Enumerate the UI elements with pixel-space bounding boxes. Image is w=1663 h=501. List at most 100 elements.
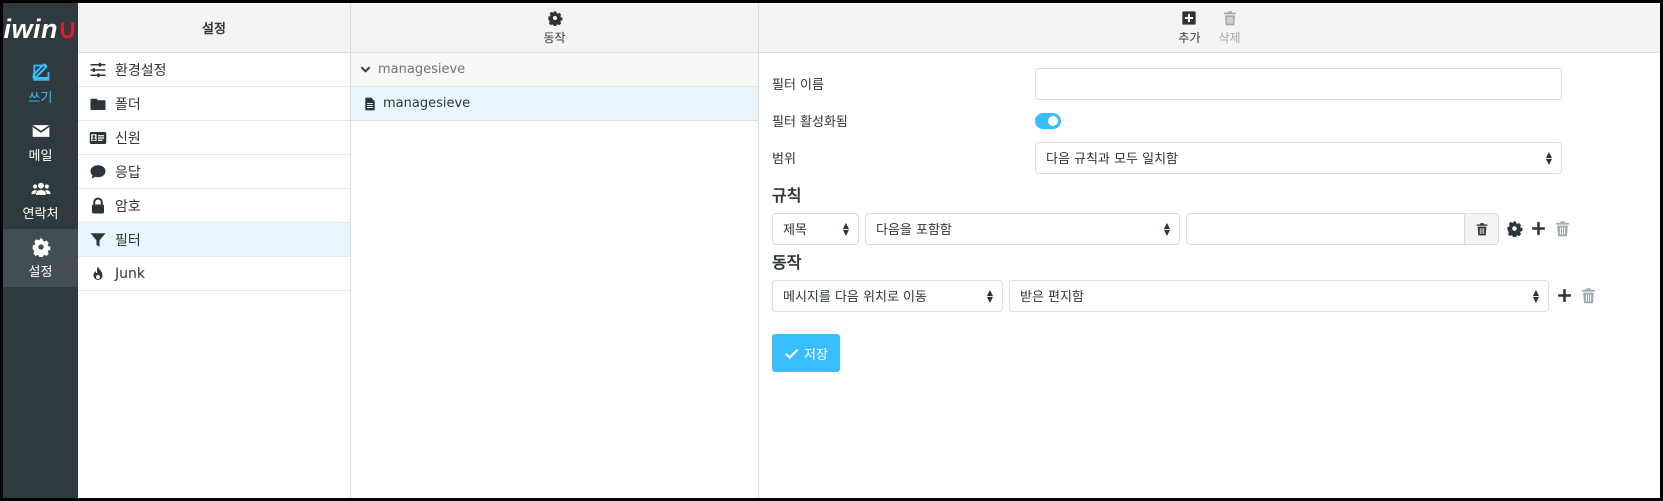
actions-menu-label: 동작	[543, 31, 566, 45]
filter-enabled-label: 필터 활성화됨	[772, 115, 848, 130]
sliders-icon	[90, 62, 106, 77]
filter-form: 필터 이름 필터 활성화됨 범위 다음 규칙과 모두 일치함 ▲ ▼ 규칙 제목 …	[759, 53, 1660, 372]
rail-item-contacts[interactable]: 연락처	[3, 171, 78, 229]
settings-item-responses[interactable]: 응답	[78, 155, 350, 189]
filter-set-group-label: managesieve	[378, 62, 466, 77]
rule-advanced-button[interactable]	[1505, 220, 1523, 238]
filter-sets-panel: 동작 managesieve managesieve	[351, 3, 759, 498]
chevron-down-icon	[360, 66, 371, 73]
add-rule-button[interactable]	[1529, 220, 1547, 238]
filter-scope-value: 다음 규칙과 모두 일치함	[1046, 152, 1178, 167]
delete-rule-button[interactable]	[1553, 220, 1571, 238]
filter-name-label: 필터 이름	[772, 78, 824, 93]
trash-icon	[1581, 288, 1595, 304]
rail-item-mail[interactable]: 메일	[3, 113, 78, 171]
settings-sections: 설정 환경설정 폴더 신원 응답 암호 필터 Junk	[78, 3, 351, 498]
mail-icon	[31, 124, 50, 137]
gear-icon	[1506, 220, 1522, 237]
add-action-button[interactable]	[1555, 287, 1573, 305]
rule-row: 제목 ▲ ▼ 다음을 포함함 ▲ ▼	[772, 212, 1651, 245]
file-icon	[365, 97, 375, 110]
rail-item-label: 메일	[28, 148, 53, 164]
editor-toolbar: 추가 삭제	[759, 3, 1660, 53]
action-type-select[interactable]: 메시지를 다음 위치로 이동 ▲ ▼	[772, 279, 1003, 312]
filter-sets-toolbar: 동작	[351, 3, 758, 53]
settings-item-label: 환경설정	[115, 62, 167, 79]
actions-menu-button[interactable]: 동작	[543, 10, 566, 45]
filter-scope-select[interactable]: 다음 규칙과 모두 일치함 ▲ ▼	[1035, 141, 1562, 174]
rule-value-clear-button[interactable]	[1465, 212, 1499, 245]
settings-item-label: 신원	[115, 130, 141, 147]
filter-scope-label: 범위	[772, 152, 796, 167]
plus-square-icon	[1182, 11, 1197, 25]
action-type-value: 메시지를 다음 위치로 이동	[783, 290, 927, 305]
filter-enabled-row: 필터 활성화됨	[772, 102, 1651, 139]
rule-value-input[interactable]	[1186, 212, 1465, 245]
add-filter-label: 추가	[1178, 31, 1201, 45]
rail-item-label: 설정	[28, 264, 53, 280]
gear-icon	[547, 10, 562, 26]
settings-item-junk[interactable]: Junk	[78, 257, 350, 291]
save-button[interactable]: 저장	[772, 334, 840, 372]
id-card-icon	[89, 131, 107, 144]
rule-header-select[interactable]: 제목 ▲ ▼	[772, 212, 859, 245]
contacts-icon	[30, 182, 51, 195]
action-target-value: 받은 편지함	[1020, 290, 1084, 305]
filter-scope-row: 범위 다음 규칙과 모두 일치함 ▲ ▼	[772, 139, 1651, 176]
folder-icon	[90, 98, 106, 110]
settings-item-label: 암호	[115, 198, 141, 215]
filter-name-input[interactable]	[1035, 67, 1562, 100]
compose-icon	[31, 62, 49, 81]
trash-icon	[1555, 221, 1569, 237]
rule-operator-select[interactable]: 다음을 포함함 ▲ ▼	[865, 212, 1180, 245]
select-caret-icon: ▲ ▼	[1163, 220, 1170, 237]
rules-title: 규칙	[772, 186, 802, 205]
save-button-label: 저장	[804, 347, 828, 363]
delete-filter-button[interactable]: 삭제	[1219, 10, 1241, 45]
filter-icon	[90, 232, 106, 247]
settings-item-folders[interactable]: 폴더	[78, 87, 350, 121]
logo-mark: ∪	[57, 13, 78, 44]
trash-icon	[1476, 222, 1487, 235]
rail-item-label: 연락처	[22, 206, 59, 222]
trash-icon	[1223, 11, 1236, 26]
settings-item-filters[interactable]: 필터	[78, 223, 350, 257]
settings-item-preferences[interactable]: 환경설정	[78, 53, 350, 87]
filter-list-item-label: managesieve	[383, 96, 471, 111]
filter-editor: 추가 삭제 필터 이름 필터 활성화됨 범위 다음 규칙과 모두 일치함 ▲▼	[759, 3, 1660, 498]
settings-item-label: 폴더	[115, 96, 141, 113]
select-caret-icon: ▲ ▼	[1532, 287, 1539, 304]
rule-operator-value: 다음을 포함함	[876, 223, 952, 238]
lock-icon	[92, 197, 104, 213]
comment-icon	[90, 164, 106, 179]
filter-name-row: 필터 이름	[772, 65, 1651, 102]
select-caret-icon: ▲ ▼	[986, 287, 993, 304]
settings-item-label: 필터	[115, 232, 141, 249]
filter-list-item[interactable]: managesieve	[351, 87, 758, 121]
actions-title: 동작	[772, 253, 802, 272]
rail-item-compose[interactable]: 쓰기	[3, 55, 78, 113]
plus-icon	[1531, 222, 1545, 235]
action-row: 메시지를 다음 위치로 이동 ▲ ▼ 받은 편지함 ▲ ▼	[772, 279, 1651, 312]
rail-item-label: 쓰기	[28, 90, 53, 106]
settings-item-identities[interactable]: 신원	[78, 121, 350, 155]
check-icon	[785, 348, 799, 359]
plus-icon	[1557, 289, 1571, 302]
filter-set-group[interactable]: managesieve	[351, 53, 758, 87]
select-caret-icon: ▲ ▼	[1545, 149, 1552, 166]
delete-action-button[interactable]	[1579, 287, 1597, 305]
settings-item-label: 응답	[115, 164, 141, 181]
select-caret-icon: ▲ ▼	[842, 220, 849, 237]
action-target-select[interactable]: 받은 편지함 ▲ ▼	[1009, 279, 1549, 312]
delete-filter-label: 삭제	[1218, 31, 1241, 45]
fire-icon	[93, 266, 103, 280]
settings-item-label: Junk	[115, 265, 145, 282]
filter-enabled-toggle[interactable]	[1035, 112, 1061, 129]
logo-text: iwin	[3, 13, 58, 44]
rail-item-settings[interactable]: 설정	[3, 229, 78, 287]
add-filter-button[interactable]: 추가	[1178, 10, 1201, 45]
rule-header-value: 제목	[783, 223, 807, 238]
app-window: iwin ∪ 쓰기 메일 연락처 설정 설정 환경설정 폴더 신원 응답 암호 …	[3, 3, 1660, 498]
settings-item-password[interactable]: 암호	[78, 189, 350, 223]
logo: iwin ∪	[3, 3, 78, 55]
